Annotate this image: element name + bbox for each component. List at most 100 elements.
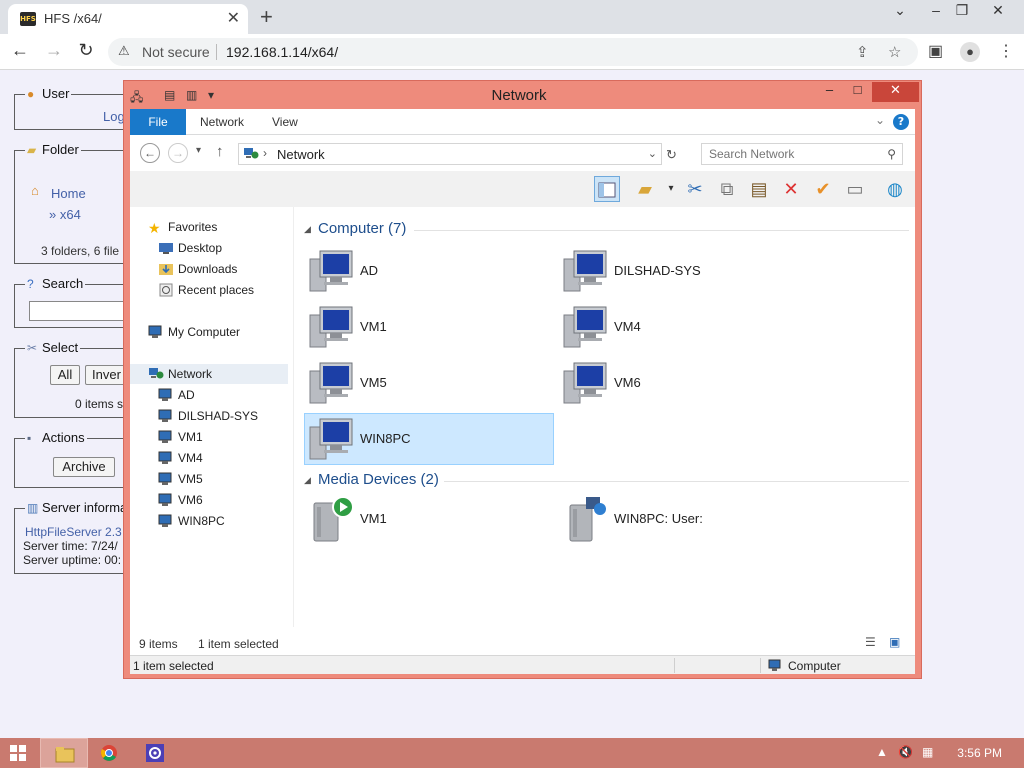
computer-tile-win8pc[interactable]: WIN8PC — [304, 413, 554, 465]
computer-icon — [158, 514, 172, 527]
collapse-caret-icon[interactable]: ◢ — [304, 224, 311, 235]
help-circle-icon: ? — [27, 277, 34, 291]
explorer-back-icon[interactable]: ← — [140, 143, 160, 163]
explorer-search-box[interactable]: ⚲ — [701, 143, 903, 165]
share-icon[interactable]: ⇪ — [856, 43, 869, 61]
apply-check-icon[interactable]: ✔ — [810, 176, 836, 202]
browser-tab[interactable]: HFS HFS /x64/ ✕ — [8, 4, 248, 34]
nav-my-computer[interactable]: My Computer — [130, 322, 288, 342]
nav-favorites[interactable]: ★ Favorites — [130, 217, 288, 237]
address-text[interactable]: Network — [277, 147, 325, 162]
ribbon-tab-network[interactable]: Network — [200, 109, 244, 135]
current-folder-link[interactable]: » x64 — [49, 207, 81, 222]
archive-button[interactable]: Archive — [53, 457, 115, 477]
login-link[interactable]: Log — [103, 109, 125, 124]
nav-host-vm1[interactable]: VM1 — [130, 427, 288, 447]
address-dropdown-icon[interactable]: ⌄ — [648, 147, 657, 160]
globe-icon[interactable]: ◍ — [882, 176, 908, 202]
side-panel-icon[interactable]: ▣ — [928, 41, 943, 61]
url-text[interactable]: 192.168.1.14/x64/ — [226, 44, 338, 60]
volume-muted-icon[interactable]: 🔇 — [898, 745, 913, 759]
computer-tile-dilshad-sys[interactable]: DILSHAD-SYS — [558, 245, 808, 297]
hfs-favicon-icon: HFS — [20, 12, 36, 26]
nav-downloads-label: Downloads — [178, 262, 238, 276]
media-tile-win8pc[interactable]: WIN8PC: User: — [558, 493, 808, 545]
nav-desktop[interactable]: Desktop — [130, 238, 288, 258]
taskbar-clock[interactable]: 3:56 PM — [957, 746, 1002, 760]
cut-icon[interactable]: ✂ — [682, 176, 708, 202]
ribbon-tab-file[interactable]: File — [130, 109, 186, 135]
tab-search-chevron-icon[interactable]: ⌄ — [882, 2, 918, 19]
explorer-maximize-icon[interactable]: □ — [844, 82, 871, 102]
taskbar-chrome[interactable] — [86, 738, 134, 768]
media-tile-vm1[interactable]: VM1 — [304, 493, 554, 545]
server-software-link[interactable]: HttpFileServer 2.3 — [25, 525, 122, 539]
rename-icon[interactable]: ▭ — [842, 176, 868, 202]
recent-locations-icon[interactable]: ▾ — [196, 145, 201, 156]
address-bar[interactable]: ⚠ Not secure 192.168.1.14/x64/ ⇪ ☆ — [108, 38, 918, 66]
media-group-header[interactable]: ◢ Media Devices (2) — [304, 470, 909, 492]
details-view-icon[interactable]: ☰ — [865, 635, 876, 649]
explorer-search-input[interactable] — [702, 144, 882, 164]
layout-pane-icon[interactable] — [594, 176, 620, 202]
explorer-address-box[interactable]: › Network ⌄ — [238, 143, 662, 165]
computer-tile-vm6[interactable]: VM6 — [558, 357, 808, 409]
menu-kebab-icon[interactable]: ⋮ — [998, 41, 1014, 61]
network-status-icon[interactable]: ▦ — [922, 745, 933, 759]
expand-ribbon-icon[interactable]: ⌄ — [875, 113, 885, 127]
server-legend-text: Server informa — [42, 500, 128, 515]
computer-label: WIN8PC — [360, 431, 411, 446]
help-icon[interactable]: ? — [893, 114, 909, 130]
nav-host-ad[interactable]: AD — [130, 385, 288, 405]
windows-start-icon[interactable] — [10, 745, 26, 761]
computer-group-header[interactable]: ◢ Computer (7) — [304, 219, 909, 241]
large-icons-view-icon[interactable]: ▣ — [889, 635, 900, 649]
computer-tile-vm5[interactable]: VM5 — [304, 357, 554, 409]
folder-dropdown-icon[interactable]: ▾ — [658, 176, 684, 202]
reload-icon[interactable]: ↻ — [74, 40, 98, 61]
close-window-icon[interactable]: ✕ — [980, 2, 1016, 19]
explorer-titlebar[interactable]: 🖧 ▤ ▥ ▾ Network – □ ✕ — [124, 81, 921, 109]
nav-host-dilshad-sys[interactable]: DILSHAD-SYS — [130, 406, 288, 426]
folder-check-icon[interactable]: ▰ — [632, 176, 658, 202]
up-arrow-icon[interactable]: ↑ — [216, 143, 224, 160]
nav-host-vm6[interactable]: VM6 — [130, 490, 288, 510]
nav-network[interactable]: Network — [130, 364, 288, 384]
nav-host-vm5[interactable]: VM5 — [130, 469, 288, 489]
security-label[interactable]: Not secure — [142, 44, 210, 60]
warning-icon[interactable]: ⚠ — [118, 43, 130, 59]
home-link[interactable]: Home — [51, 186, 86, 201]
explorer-minimize-icon[interactable]: – — [816, 82, 843, 102]
back-icon[interactable]: ← — [8, 40, 32, 61]
computer-tile-vm4[interactable]: VM4 — [558, 301, 808, 353]
search-icon[interactable]: ⚲ — [887, 147, 896, 161]
star-icon: ★ — [148, 220, 161, 236]
bookmark-star-icon[interactable]: ☆ — [888, 43, 901, 61]
restore-icon[interactable]: ❐ — [944, 2, 980, 19]
paste-icon[interactable]: ▤ — [746, 176, 772, 202]
new-tab-icon[interactable]: + — [260, 4, 273, 30]
actions-legend-text: Actions — [42, 430, 85, 445]
nav-recent-places[interactable]: Recent places — [130, 280, 288, 300]
copy-icon[interactable]: ⧉ — [714, 176, 740, 202]
breadcrumb-chevron-icon[interactable]: › — [263, 146, 267, 160]
nav-host-vm4[interactable]: VM4 — [130, 448, 288, 468]
media-label: WIN8PC: User: — [614, 511, 703, 526]
forward-icon[interactable]: → — [42, 40, 66, 61]
select-all-button[interactable]: All — [50, 365, 80, 385]
ribbon-tab-view[interactable]: View — [272, 109, 298, 135]
profile-avatar-icon[interactable]: ● — [960, 42, 980, 62]
nav-downloads[interactable]: Downloads — [130, 259, 288, 279]
collapse-caret-icon[interactable]: ◢ — [304, 475, 311, 486]
explorer-forward-icon[interactable]: → — [168, 143, 188, 163]
computer-tile-vm1[interactable]: VM1 — [304, 301, 554, 353]
tray-overflow-icon[interactable]: ▲ — [876, 745, 888, 759]
taskbar-explorer[interactable] — [40, 738, 88, 768]
refresh-icon[interactable]: ↻ — [666, 147, 677, 163]
delete-icon[interactable]: ✕ — [778, 176, 804, 202]
taskbar-app3[interactable] — [132, 738, 180, 768]
explorer-close-icon[interactable]: ✕ — [872, 82, 919, 102]
nav-host-win8pc[interactable]: WIN8PC — [130, 511, 288, 531]
tab-close-icon[interactable]: ✕ — [227, 8, 240, 28]
computer-tile-ad[interactable]: AD — [304, 245, 554, 297]
